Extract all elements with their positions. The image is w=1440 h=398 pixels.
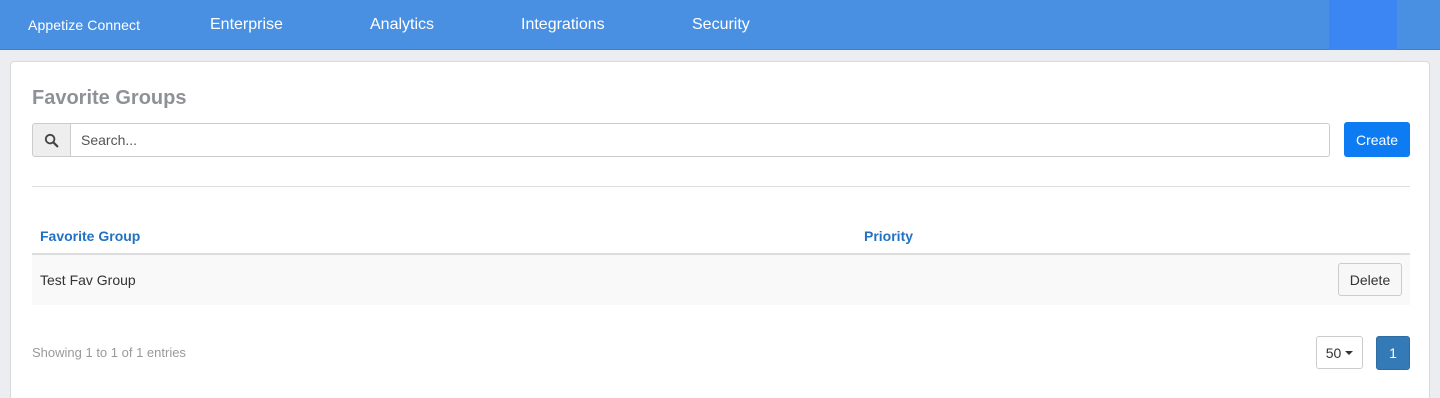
divider [32,186,1410,187]
brand-link[interactable]: Appetize Connect [28,17,140,33]
page-title: Favorite Groups [32,87,187,109]
favorite-groups-table: Favorite Group Priority Test Fav Group D… [32,220,1410,305]
top-navbar: Appetize Connect Enterprise Analytics In… [0,0,1440,50]
nav-item-analytics[interactable]: Analytics [370,16,434,34]
column-header-favorite-group[interactable]: Favorite Group [40,228,140,244]
page-size-value: 50 [1325,344,1342,361]
column-header-priority[interactable]: Priority [864,228,913,244]
entries-info: Showing 1 to 1 of 1 entries [32,345,186,360]
pagination-page-button[interactable]: 1 [1376,336,1410,370]
search-icon [32,123,71,157]
caret-down-icon [1345,350,1354,355]
table-header: Favorite Group Priority [32,220,1410,255]
nav-item-integrations[interactable]: Integrations [521,16,605,34]
favorite-group-name: Test Fav Group [40,272,136,288]
search-group [32,123,1330,157]
create-button[interactable]: Create [1344,122,1410,157]
nav-item-enterprise[interactable]: Enterprise [210,16,283,34]
delete-button[interactable]: Delete [1338,263,1402,296]
search-input[interactable] [71,123,1330,157]
nav-item-security[interactable]: Security [692,16,750,34]
table-row[interactable]: Test Fav Group Delete [32,255,1410,305]
favorite-groups-panel: Favorite Groups Create Favorite Group Pr… [10,61,1430,398]
page-size-select[interactable]: 50 [1316,336,1363,369]
user-menu-button[interactable] [1329,0,1397,50]
